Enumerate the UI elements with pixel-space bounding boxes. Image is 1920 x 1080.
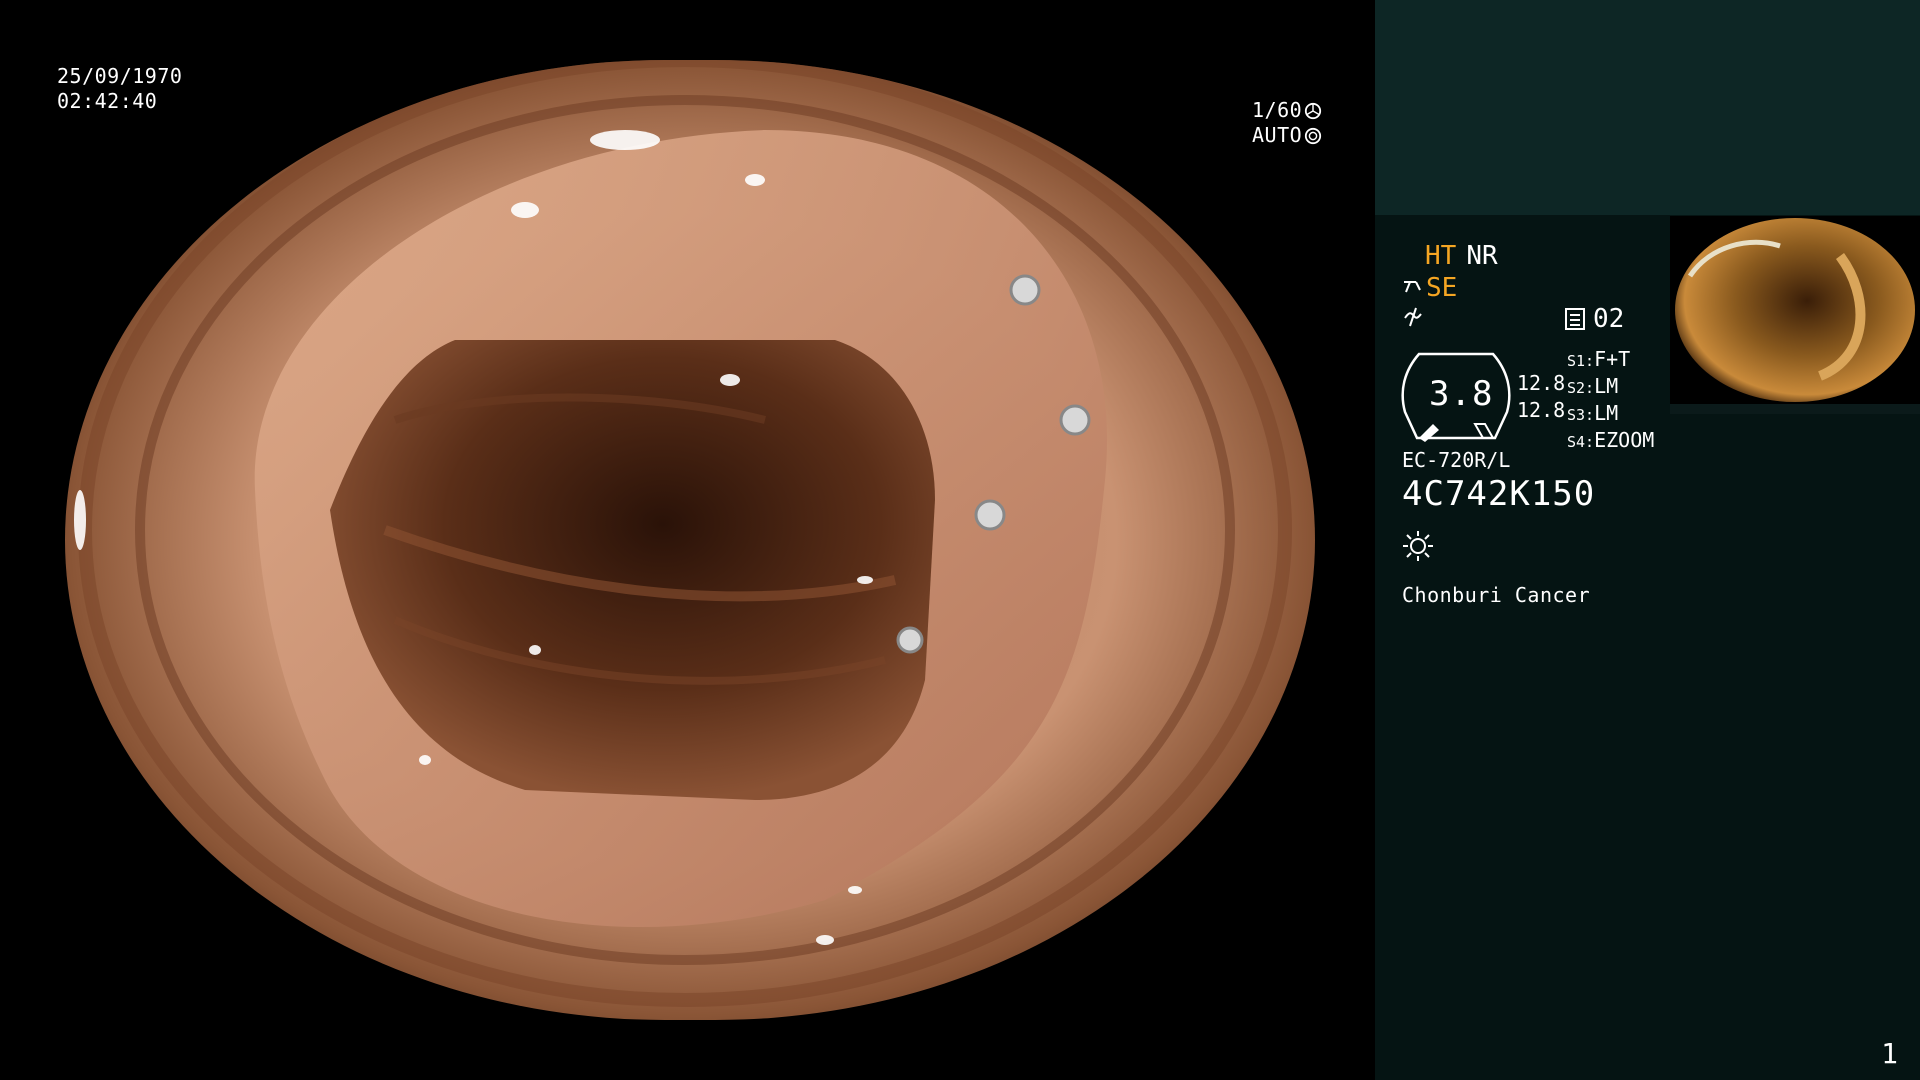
memory-row: 02 [1565,304,1624,334]
scope-model: EC-720R/L [1402,448,1511,472]
se-label: SE [1426,273,1458,303]
iris-mode-text: AUTO [1252,123,1303,147]
switch-row: S1:F+T [1567,347,1631,371]
info-panel: HT NR SE 02 3.8 12.8 12.8 S1:F+T S2:LM S3… [1375,0,1920,1080]
flash-row [1402,306,1424,334]
structure-enhancement-row: SE [1402,273,1457,303]
flash-off-icon [1404,307,1422,327]
brightness-icon [1403,531,1433,561]
hospital-name: Chonburi Cancer [1402,583,1591,607]
thumbnail-preview[interactable] [1670,216,1920,414]
time-text: 02:42:40 [57,89,158,113]
switch-row: S3:LM [1567,401,1619,425]
side-value: 12.8 [1517,398,1566,422]
scope-serial: 4C742K150 [1402,474,1596,514]
shutter-speed-text: 1/60 [1252,98,1303,122]
memory-label: 02 [1593,304,1625,334]
exposure-overlay: 1/60 AUTO [1252,98,1322,148]
memory-icon [1565,308,1585,330]
gauge-side-values: 12.8 12.8 [1517,370,1565,424]
endoscopic-image [65,60,1315,1020]
switch-list: S1:F+T S2:LM S3:LM S4:EZOOM [1567,347,1654,455]
endoscopic-view: 25/09/1970 02:42:40 1/60 AUTO [0,0,1375,1080]
scissors-icon [1404,281,1421,293]
date-text: 25/09/1970 [57,64,183,88]
panel-header-block [1375,0,1920,215]
switch-row: S2:LM [1567,374,1619,398]
side-value: 12.8 [1517,371,1566,395]
nr-label: NR [1466,241,1498,271]
page-number: 1 [1881,1037,1898,1070]
enhancement-row: HT NR [1425,241,1508,271]
switch-row: S4:EZOOM [1567,428,1655,452]
gauge-value: 3.8 [1429,374,1494,414]
ht-label: HT [1425,241,1457,271]
iris-icon [1305,127,1322,144]
shutter-icon [1305,102,1322,119]
datetime-overlay: 25/09/1970 02:42:40 [57,64,182,114]
